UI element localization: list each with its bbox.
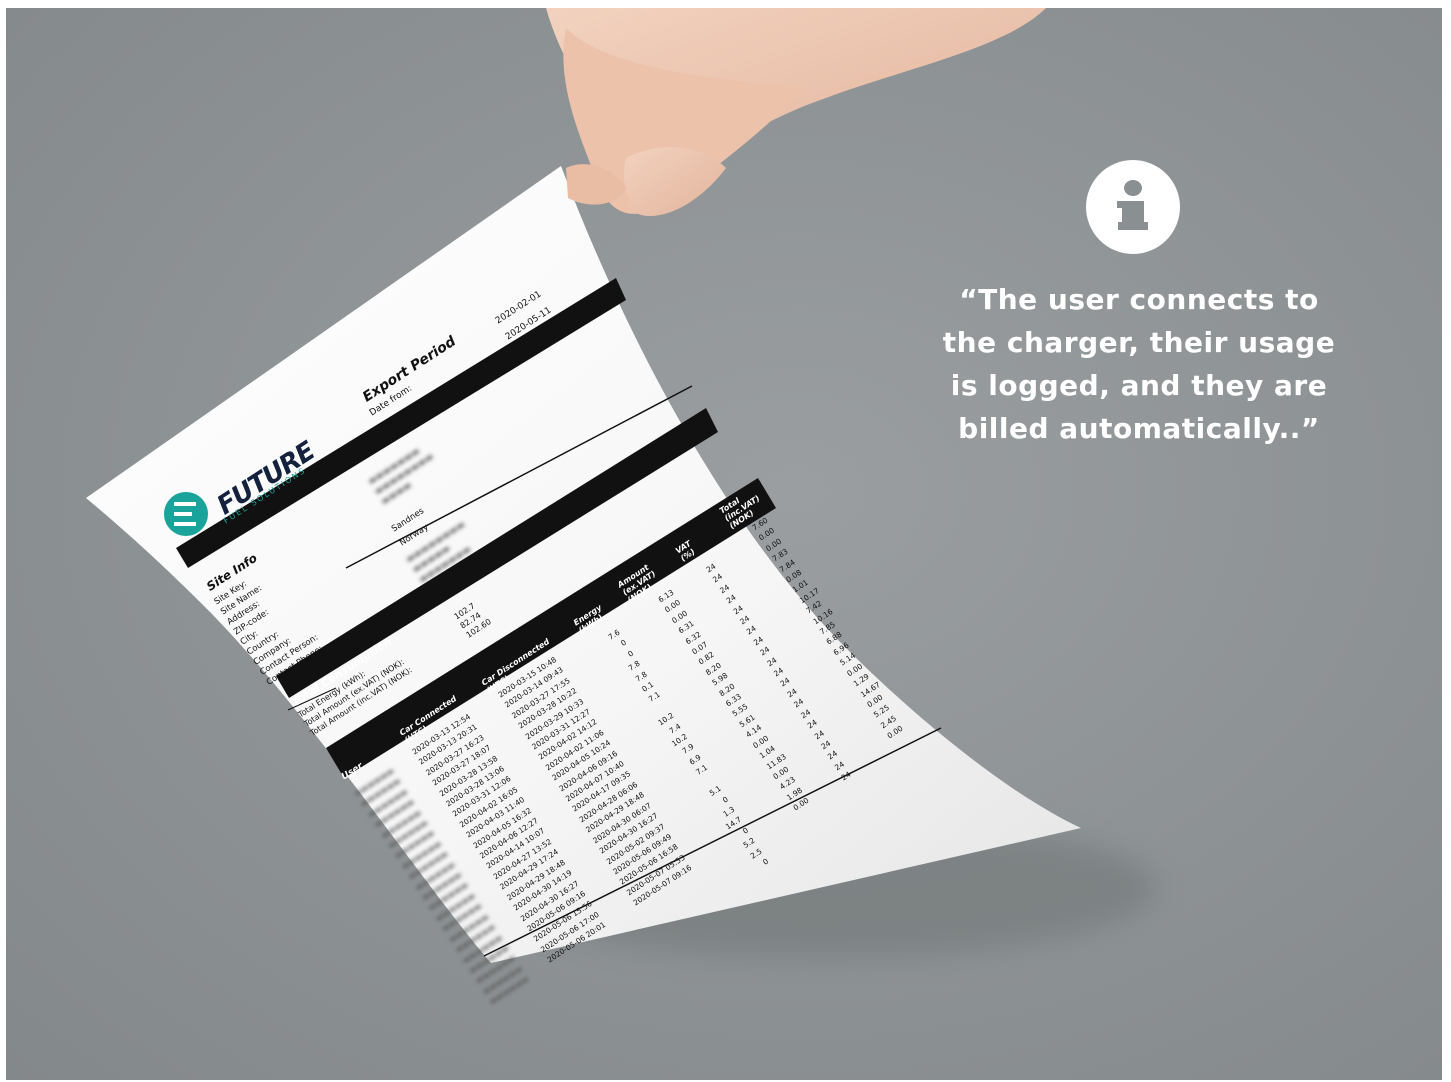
info-icon xyxy=(1086,160,1180,254)
quote-line-2: the charger, their usage xyxy=(942,326,1336,359)
quote-line-3: is logged, and they are xyxy=(950,369,1328,402)
photo-scene: FUTURE FUEL SOLUTIONS Export Period Date… xyxy=(6,8,1442,1080)
report-paper xyxy=(86,147,1081,963)
quote-line-4: billed automatically..” xyxy=(958,412,1320,445)
quote-line-1: “The user connects to xyxy=(959,283,1319,316)
testimonial-quote: “The user connects to the charger, their… xyxy=(932,278,1346,450)
